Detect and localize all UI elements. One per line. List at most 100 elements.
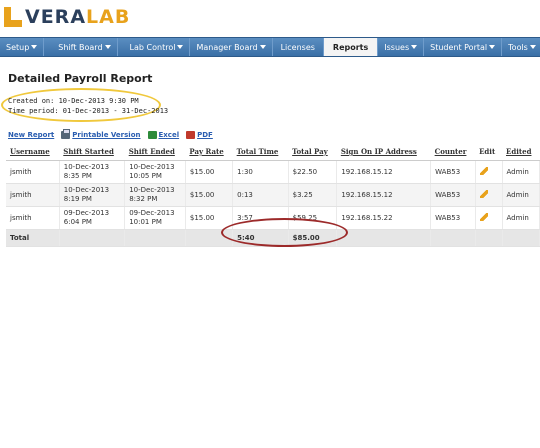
col-ip-address[interactable]: Sign On IP Address (336, 143, 431, 161)
col-username[interactable]: Username (6, 143, 60, 161)
nav-licenses[interactable]: Licenses (273, 38, 324, 56)
cell-shift-started: 09-Dec-2013 6:04 PM (59, 206, 126, 230)
col-shift-started[interactable]: Shift Started (59, 143, 125, 161)
cell-username: jsmith (6, 160, 60, 184)
cell-total-pay: $3.25 (288, 183, 338, 207)
new-report-link[interactable]: New Report (8, 131, 54, 139)
cell-pay-rate: $15.00 (185, 183, 234, 207)
cell-total-time: 0:13 (232, 183, 289, 207)
start-time: 8:35 PM (63, 172, 92, 180)
nav-issues[interactable]: Issues (378, 38, 425, 56)
chevron-down-icon (104, 45, 111, 49)
created-on-text: Created on: 10-Dec-2013 9:30 PM (8, 97, 139, 105)
printable-version-link[interactable]: Printable Version (61, 129, 141, 139)
page-title: Detailed Payroll Report (8, 72, 153, 85)
total-empty (430, 229, 476, 247)
cell-shift-started: 10-Dec-2013 8:35 PM (59, 160, 126, 184)
end-date: 10-Dec-2013 (129, 186, 175, 194)
start-time: 6:04 PM (63, 218, 92, 226)
cell-total-time: 1:30 (232, 160, 289, 184)
chevron-down-icon (259, 45, 266, 49)
cell-edited: Admin (502, 183, 540, 207)
excel-link[interactable]: Excel (147, 131, 180, 139)
main-nav: Setup Shift Board Lab Control Manager Bo… (0, 37, 540, 57)
col-pay-rate[interactable]: Pay Rate (185, 143, 233, 161)
nav-lab-control[interactable]: Lab Control (118, 38, 191, 56)
pdf-link[interactable]: PDF (186, 131, 213, 139)
end-time: 10:05 PM (129, 172, 162, 180)
nav-student-portal[interactable]: Student Portal (424, 38, 503, 56)
printer-icon (61, 129, 71, 139)
col-total-time[interactable]: Total Time (232, 143, 289, 161)
time-period-text: Time period: 01-Dec-2013 - 31-Dec-2013 (8, 107, 169, 115)
chevron-down-icon (177, 45, 184, 49)
nav-label: Issues (384, 42, 410, 52)
col-total-pay[interactable]: Total Pay (288, 143, 337, 161)
nav-reports[interactable]: Reports (323, 38, 379, 56)
end-date: 10-Dec-2013 (129, 163, 175, 171)
end-date: 09-Dec-2013 (129, 209, 175, 217)
col-edited[interactable]: Edited (502, 143, 540, 161)
nav-label: Tools (508, 42, 528, 52)
table-header-row: Username Shift Started Shift Ended Pay R… (6, 143, 540, 161)
total-empty (502, 229, 540, 247)
chevron-down-icon (411, 45, 418, 49)
total-empty (336, 229, 432, 247)
pdf-label: PDF (197, 131, 213, 139)
cell-edited: Admin (502, 160, 540, 184)
logo-text: VERALAB (25, 6, 130, 28)
chevron-down-icon (31, 45, 38, 49)
chevron-down-icon (489, 45, 496, 49)
cell-shift-ended: 10-Dec-2013 8:32 PM (124, 183, 186, 207)
nav-manager-board[interactable]: Manager Board (190, 38, 273, 56)
veralab-logo[interactable]: VERALAB (4, 6, 130, 28)
cell-edit (475, 206, 503, 230)
table-row: jsmith 10-Dec-2013 8:35 PM 10-Dec-2013 10:… (6, 160, 540, 184)
cell-pay-rate: $15.00 (185, 160, 234, 184)
cell-total-pay: $22.50 (288, 160, 338, 184)
cell-edit (475, 160, 503, 184)
excel-label: Excel (158, 131, 180, 139)
nav-label: Licenses (280, 42, 315, 52)
nav-label: Setup (6, 42, 30, 52)
table-row: jsmith 10-Dec-2013 8:19 PM 10-Dec-2013 8:3… (6, 183, 540, 207)
col-shift-ended[interactable]: Shift Ended (124, 143, 186, 161)
nav-label: Manager Board (196, 42, 258, 52)
cell-counter: WAB53 (430, 160, 476, 184)
end-time: 8:32 PM (129, 195, 158, 203)
pencil-icon[interactable] (479, 190, 488, 198)
nav-label: Reports (332, 42, 369, 52)
start-date: 09-Dec-2013 (63, 209, 110, 217)
printable-label: Printable Version (72, 131, 141, 139)
start-date: 10-Dec-2013 (63, 163, 110, 171)
logo-text-vera: VERA (25, 6, 87, 28)
nav-shift-board[interactable]: Shift Board (44, 38, 118, 56)
nav-label: Student Portal (430, 42, 488, 52)
start-date: 10-Dec-2013 (63, 186, 110, 194)
nav-tools[interactable]: Tools (502, 38, 540, 56)
end-time: 10:01 PM (129, 218, 162, 226)
cell-edited: Admin (502, 206, 540, 230)
col-counter[interactable]: Counter (430, 143, 476, 161)
pdf-icon (186, 131, 196, 139)
cell-ip: 192.168.15.22 (336, 206, 432, 230)
cell-ip: 192.168.15.12 (336, 160, 432, 184)
total-label: Total (6, 229, 60, 247)
cell-edit (475, 183, 503, 207)
cell-shift-ended: 09-Dec-2013 10:01 PM (124, 206, 186, 230)
total-empty (475, 229, 503, 247)
highlight-circle (221, 218, 348, 247)
total-empty (59, 229, 126, 247)
cell-ip: 192.168.15.12 (336, 183, 432, 207)
col-edit: Edit (475, 143, 502, 161)
new-report-label: New Report (8, 131, 55, 139)
report-toolbar: New Report Printable Version Excel PDF (8, 129, 220, 139)
excel-icon (147, 131, 157, 139)
app-header: VERALAB (0, 0, 540, 37)
pencil-icon[interactable] (479, 167, 488, 175)
pencil-icon[interactable] (479, 213, 488, 221)
logo-mark-icon (4, 7, 22, 27)
nav-label: Lab Control (129, 42, 176, 52)
nav-setup[interactable]: Setup (0, 38, 45, 56)
start-time: 8:19 PM (63, 195, 92, 203)
